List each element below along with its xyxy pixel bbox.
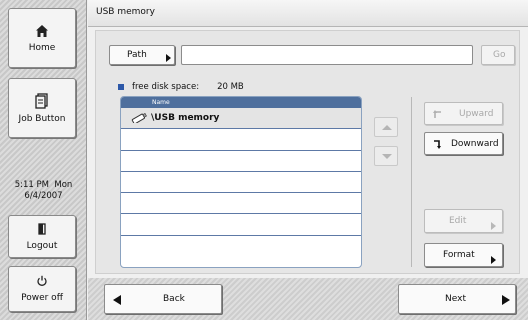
list-item[interactable] [121,236,361,257]
list-item[interactable]: \USB memory [121,108,361,130]
back-button[interactable]: Back [104,284,222,314]
power-off-button[interactable]: Power off [8,266,76,312]
downward-button[interactable]: Downward [424,132,503,155]
next-label: Next [445,294,466,304]
go-button[interactable]: Go [481,45,515,65]
free-disk-space: free disk space: 20 MB [118,82,244,92]
format-label: Format [443,250,475,260]
list-item[interactable] [121,172,361,194]
back-arrow-icon [113,295,121,305]
downward-arrow-icon [433,139,443,152]
scroll-up-icon [382,125,392,130]
list-item-label: \USB memory [151,113,220,123]
home-icon [35,24,49,38]
list-item[interactable] [121,193,361,215]
list-item[interactable] [121,151,361,172]
main-panel: Path Go free disk space: 20 MB Name \USB … [95,30,520,274]
usb-drive-icon [131,113,147,123]
edit-label: Edit [449,216,467,226]
home-label: Home [28,42,56,53]
path-button-label: Path [127,50,147,60]
go-button-label: Go [493,50,506,60]
path-input[interactable] [181,45,473,65]
scroll-down-icon [382,154,392,159]
file-list: Name \USB memory [120,96,362,268]
home-button[interactable]: Home [8,8,76,68]
downward-label: Downward [451,139,499,149]
disk-space-label: free disk space: [132,82,200,92]
logout-label: Logout [26,240,58,251]
power-off-label: Power off [21,293,63,303]
job-button-icon [35,92,49,109]
list-item[interactable] [121,129,361,151]
format-button[interactable]: Format [424,243,503,267]
format-arrow-icon [491,256,496,264]
edit-arrow-icon [491,222,496,230]
column-header-name[interactable]: Name [121,97,361,108]
logout-button[interactable]: Logout [8,215,76,258]
power-icon [36,275,48,287]
upward-button[interactable]: Upward [424,102,503,125]
list-item[interactable] [121,214,361,236]
clock: 5:11 PM Mon 6/4/2007 [0,180,87,202]
disk-space-value: 20 MB [217,82,244,92]
upward-label: Upward [459,109,494,119]
job-button[interactable]: Job Button [8,78,76,138]
title-bar: USB memory [88,0,528,27]
next-arrow-icon [502,295,510,305]
logout-icon [36,222,48,235]
disk-marker-icon [118,83,124,90]
job-button-label: Job Button [18,113,66,124]
path-arrow-icon [166,54,171,62]
page-title: USB memory [96,7,155,17]
clock-time: 5:11 PM Mon [14,180,73,190]
scroll-up-button[interactable] [374,117,398,137]
upward-arrow-icon [433,109,443,122]
clock-date: 6/4/2007 [24,191,63,201]
sidebar: Home Job Button 5:11 PM Mon 6/4/2007 Log… [0,0,87,320]
next-button[interactable]: Next [398,284,516,314]
back-label: Back [163,294,185,304]
scroll-down-button[interactable] [374,146,398,166]
edit-button[interactable]: Edit [424,209,503,233]
path-button[interactable]: Path [109,45,175,65]
divider [411,97,412,267]
